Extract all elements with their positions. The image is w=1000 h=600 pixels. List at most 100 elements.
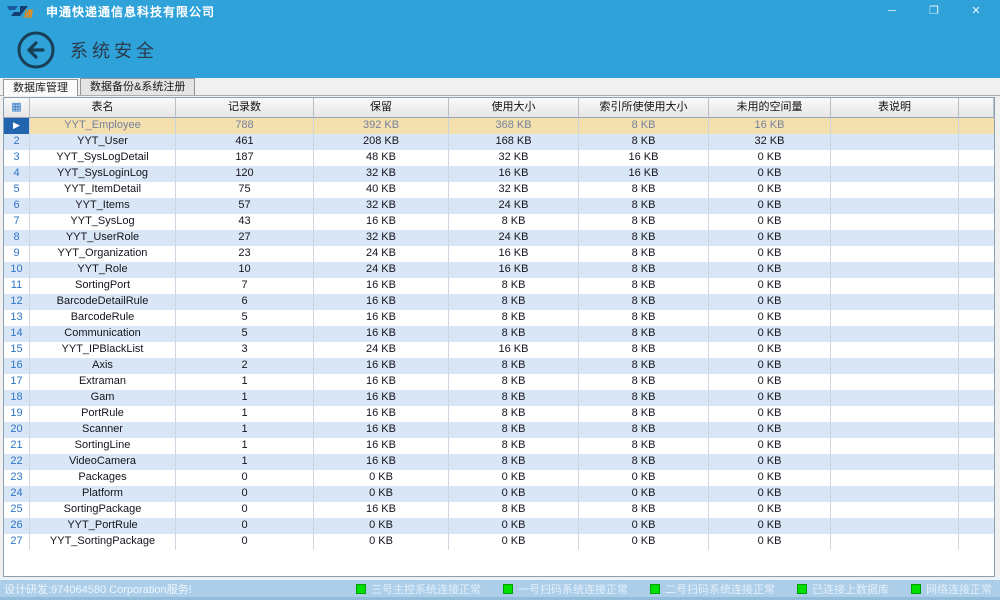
cell-filler xyxy=(959,326,994,342)
table-row[interactable]: 21 SortingLine 1 16 KB 8 KB 8 KB 0 KB xyxy=(4,438,994,454)
column-header[interactable]: 未用的空间量 xyxy=(709,98,831,117)
table-row[interactable]: 23 Packages 0 0 KB 0 KB 0 KB 0 KB xyxy=(4,470,994,486)
table-row[interactable]: 19 PortRule 1 16 KB 8 KB 8 KB 0 KB xyxy=(4,406,994,422)
cell-used-size: 8 KB xyxy=(449,374,579,390)
table-row[interactable]: 6 YYT_Items 57 32 KB 24 KB 8 KB 0 KB xyxy=(4,198,994,214)
table-row[interactable]: 18 Gam 1 16 KB 8 KB 8 KB 0 KB xyxy=(4,390,994,406)
cell-description xyxy=(831,134,959,150)
cell-filler xyxy=(959,214,994,230)
row-selector-cell[interactable]: 20 xyxy=(4,422,30,438)
row-selector-cell[interactable]: 8 xyxy=(4,230,30,246)
row-selector-cell[interactable]: 17 xyxy=(4,374,30,390)
table-row[interactable]: 8 YYT_UserRole 27 32 KB 24 KB 8 KB 0 KB xyxy=(4,230,994,246)
row-selector-cell[interactable]: 3 xyxy=(4,150,30,166)
column-header[interactable]: 表说明 xyxy=(831,98,959,117)
table-row[interactable]: 4 YYT_SysLoginLog 120 32 KB 16 KB 16 KB 0 KB xyxy=(4,166,994,182)
cell-index-size: 0 KB xyxy=(579,486,709,502)
row-selector-cell[interactable]: 11 xyxy=(4,278,30,294)
row-selector-cell[interactable]: 19 xyxy=(4,406,30,422)
cell-reserved: 16 KB xyxy=(314,294,449,310)
table-row[interactable]: 10 YYT_Role 10 24 KB 16 KB 8 KB 0 KB xyxy=(4,262,994,278)
row-selector-cell[interactable]: 21 xyxy=(4,438,30,454)
back-button[interactable] xyxy=(16,30,56,70)
table-row[interactable]: 7 YYT_SysLog 43 16 KB 8 KB 8 KB 0 KB xyxy=(4,214,994,230)
row-selector-cell[interactable]: 18 xyxy=(4,390,30,406)
table-row[interactable]: 20 Scanner 1 16 KB 8 KB 8 KB 0 KB xyxy=(4,422,994,438)
cell-description xyxy=(831,358,959,374)
cell-record-count: 0 xyxy=(176,534,314,550)
row-selector-cell[interactable]: ▶ xyxy=(4,118,30,134)
row-selector-cell[interactable]: 10 xyxy=(4,262,30,278)
cell-description xyxy=(831,438,959,454)
row-selector-cell[interactable]: 23 xyxy=(4,470,30,486)
table-row[interactable]: 15 YYT_IPBlackList 3 24 KB 16 KB 8 KB 0 KB xyxy=(4,342,994,358)
row-selector-cell[interactable]: 15 xyxy=(4,342,30,358)
column-header[interactable]: 索引所使使用大小 xyxy=(579,98,709,117)
table-row[interactable]: ▶ YYT_Employee 788 392 KB 368 KB 8 KB 16 KB xyxy=(4,118,994,134)
row-selector-cell[interactable]: 7 xyxy=(4,214,30,230)
cell-record-count: 1 xyxy=(176,422,314,438)
row-selector-cell[interactable]: 6 xyxy=(4,198,30,214)
row-selector-cell[interactable]: 24 xyxy=(4,486,30,502)
row-selector-cell[interactable]: 27 xyxy=(4,534,30,550)
cell-index-size: 8 KB xyxy=(579,198,709,214)
page-title: 系统安全 xyxy=(70,41,158,62)
status-indicator: 网络连接正常 xyxy=(911,581,992,597)
tab-database-management[interactable]: 数据库管理 xyxy=(3,79,78,96)
cell-record-count: 23 xyxy=(176,246,314,262)
cell-record-count: 6 xyxy=(176,294,314,310)
table-row[interactable]: 11 SortingPort 7 16 KB 8 KB 8 KB 0 KB xyxy=(4,278,994,294)
cell-unused-size: 0 KB xyxy=(709,518,831,534)
cell-used-size: 0 KB xyxy=(449,518,579,534)
cell-filler xyxy=(959,454,994,470)
column-header[interactable]: 记录数 xyxy=(176,98,314,117)
tab-backup-registration[interactable]: 数据备份&系统注册 xyxy=(80,78,196,95)
cell-description xyxy=(831,486,959,502)
column-header[interactable]: 使用大小 xyxy=(449,98,579,117)
row-selector-cell[interactable]: 2 xyxy=(4,134,30,150)
cell-record-count: 1 xyxy=(176,454,314,470)
row-selector-cell[interactable]: 4 xyxy=(4,166,30,182)
table-row[interactable]: 16 Axis 2 16 KB 8 KB 8 KB 0 KB xyxy=(4,358,994,374)
table-row[interactable]: 3 YYT_SysLogDetail 187 48 KB 32 KB 16 KB 0 KB xyxy=(4,150,994,166)
minimize-button[interactable]: ─ xyxy=(884,1,900,21)
row-selector-cell[interactable]: 16 xyxy=(4,358,30,374)
table-row[interactable]: 17 Extraman 1 16 KB 8 KB 8 KB 0 KB xyxy=(4,374,994,390)
cell-table-name: SortingPort xyxy=(30,278,176,294)
cell-description xyxy=(831,374,959,390)
select-all-header-cell[interactable]: ▦ xyxy=(4,98,30,117)
table-row[interactable]: 27 YYT_SortingPackage 0 0 KB 0 KB 0 KB 0 KB xyxy=(4,534,994,550)
cell-record-count: 75 xyxy=(176,182,314,198)
row-selector-cell[interactable]: 12 xyxy=(4,294,30,310)
column-header[interactable]: 保留 xyxy=(314,98,449,117)
table-row[interactable]: 22 VideoCamera 1 16 KB 8 KB 8 KB 0 KB xyxy=(4,454,994,470)
maximize-button[interactable]: ❐ xyxy=(926,1,942,21)
column-header[interactable]: 表名 xyxy=(30,98,176,117)
table-row[interactable]: 26 YYT_PortRule 0 0 KB 0 KB 0 KB 0 KB xyxy=(4,518,994,534)
cell-reserved: 16 KB xyxy=(314,502,449,518)
cell-filler xyxy=(959,390,994,406)
table-row[interactable]: 5 YYT_ItemDetail 75 40 KB 32 KB 8 KB 0 KB xyxy=(4,182,994,198)
table-row[interactable]: 14 Communication 5 16 KB 8 KB 8 KB 0 KB xyxy=(4,326,994,342)
row-selector-cell[interactable]: 5 xyxy=(4,182,30,198)
cell-record-count: 10 xyxy=(176,262,314,278)
row-selector-cell[interactable]: 26 xyxy=(4,518,30,534)
cell-used-size: 32 KB xyxy=(449,182,579,198)
cell-index-size: 8 KB xyxy=(579,134,709,150)
table-row[interactable]: 2 YYT_User 461 208 KB 168 KB 8 KB 32 KB xyxy=(4,134,994,150)
table-row[interactable]: 12 BarcodeDetailRule 6 16 KB 8 KB 8 KB 0 KB xyxy=(4,294,994,310)
table-row[interactable]: 13 BarcodeRule 5 16 KB 8 KB 8 KB 0 KB xyxy=(4,310,994,326)
cell-filler xyxy=(959,182,994,198)
row-selector-cell[interactable]: 25 xyxy=(4,502,30,518)
table-row[interactable]: 24 Platform 0 0 KB 0 KB 0 KB 0 KB xyxy=(4,486,994,502)
row-selector-cell[interactable]: 13 xyxy=(4,310,30,326)
row-selector-cell[interactable]: 22 xyxy=(4,454,30,470)
table-row[interactable]: 9 YYT_Organization 23 24 KB 16 KB 8 KB 0 KB xyxy=(4,246,994,262)
row-selector-cell[interactable]: 9 xyxy=(4,246,30,262)
cell-description xyxy=(831,118,959,134)
close-button[interactable]: ✕ xyxy=(968,1,984,21)
cell-index-size: 8 KB xyxy=(579,326,709,342)
cell-description xyxy=(831,294,959,310)
row-selector-cell[interactable]: 14 xyxy=(4,326,30,342)
table-row[interactable]: 25 SortingPackage 0 16 KB 8 KB 8 KB 0 KB xyxy=(4,502,994,518)
